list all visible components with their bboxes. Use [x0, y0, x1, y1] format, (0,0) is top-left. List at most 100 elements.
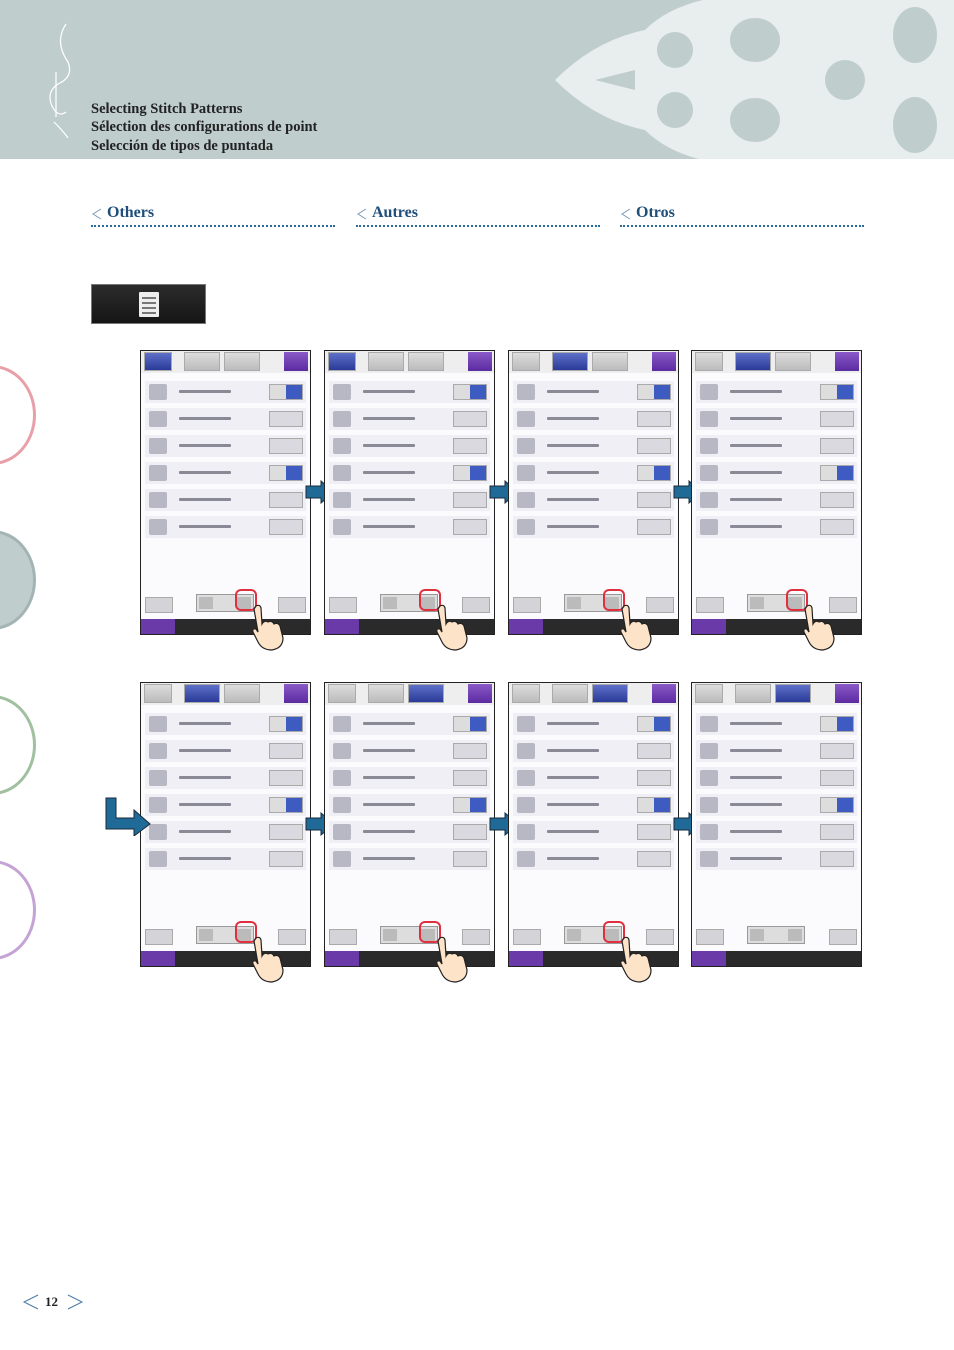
prev-page-button[interactable] [750, 929, 764, 941]
side-tab-1[interactable] [0, 365, 36, 465]
setting-control[interactable] [637, 411, 671, 427]
setting-control[interactable] [820, 851, 854, 867]
setting-control[interactable] [820, 716, 854, 732]
home-button[interactable] [468, 352, 492, 371]
setting-control[interactable] [637, 384, 671, 400]
prev-page-button[interactable] [383, 929, 397, 941]
setting-control[interactable] [453, 438, 487, 454]
screen-tab-2[interactable] [368, 352, 404, 371]
setting-control[interactable] [453, 384, 487, 400]
home-button[interactable] [835, 352, 859, 371]
screen-tab-1[interactable] [695, 684, 723, 703]
setting-control[interactable] [453, 492, 487, 508]
setting-control[interactable] [269, 438, 303, 454]
home-button[interactable] [468, 684, 492, 703]
close-button[interactable] [696, 929, 724, 945]
home-button[interactable] [284, 352, 308, 371]
prev-page-button[interactable] [199, 597, 213, 609]
home-button[interactable] [652, 684, 676, 703]
setting-control[interactable] [453, 411, 487, 427]
setting-control[interactable] [637, 824, 671, 840]
screen-tab-1[interactable] [144, 684, 172, 703]
screen-tab-1[interactable] [328, 684, 356, 703]
setting-control[interactable] [269, 411, 303, 427]
setting-control[interactable] [453, 519, 487, 535]
screen-tab-3[interactable] [775, 352, 811, 371]
settings-button[interactable] [91, 284, 206, 324]
setting-control[interactable] [637, 716, 671, 732]
setting-control[interactable] [269, 824, 303, 840]
setting-control[interactable] [453, 797, 487, 813]
return-button[interactable] [829, 929, 857, 945]
screen-tab-2[interactable] [735, 684, 771, 703]
close-button[interactable] [329, 929, 357, 945]
home-button[interactable] [284, 684, 308, 703]
setting-control[interactable] [820, 438, 854, 454]
prev-page-button[interactable] [383, 597, 397, 609]
setting-control[interactable] [820, 384, 854, 400]
prev-page-button[interactable] [567, 597, 581, 609]
setting-control[interactable] [820, 743, 854, 759]
setting-control[interactable] [269, 797, 303, 813]
screen-tab-2[interactable] [552, 352, 588, 371]
screen-tab-2[interactable] [735, 352, 771, 371]
setting-control[interactable] [820, 411, 854, 427]
screen-tab-3[interactable] [224, 684, 260, 703]
screen-tab-1[interactable] [328, 352, 356, 371]
close-button[interactable] [145, 929, 173, 945]
screen-tab-2[interactable] [368, 684, 404, 703]
setting-control[interactable] [269, 716, 303, 732]
home-button[interactable] [835, 684, 859, 703]
setting-control[interactable] [820, 465, 854, 481]
setting-control[interactable] [637, 438, 671, 454]
screen-tab-3[interactable] [592, 352, 628, 371]
prev-page-button[interactable] [199, 929, 213, 941]
screen-tab-3[interactable] [224, 352, 260, 371]
screen-tab-1[interactable] [144, 352, 172, 371]
screen-tab-3[interactable] [408, 684, 444, 703]
setting-control[interactable] [269, 492, 303, 508]
setting-control[interactable] [453, 465, 487, 481]
setting-control[interactable] [269, 465, 303, 481]
setting-control[interactable] [453, 824, 487, 840]
setting-control[interactable] [453, 851, 487, 867]
next-page-button[interactable] [788, 929, 802, 941]
close-button[interactable] [513, 929, 541, 945]
screen-tab-3[interactable] [775, 684, 811, 703]
screen-tab-1[interactable] [512, 352, 540, 371]
setting-control[interactable] [820, 770, 854, 786]
setting-control[interactable] [820, 519, 854, 535]
setting-control[interactable] [453, 743, 487, 759]
setting-control[interactable] [269, 384, 303, 400]
side-tab-4[interactable] [0, 860, 36, 960]
setting-control[interactable] [637, 743, 671, 759]
setting-control[interactable] [269, 519, 303, 535]
close-button[interactable] [513, 597, 541, 613]
setting-control[interactable] [637, 797, 671, 813]
setting-control[interactable] [637, 465, 671, 481]
setting-control[interactable] [820, 797, 854, 813]
screen-tab-2[interactable] [552, 684, 588, 703]
setting-control[interactable] [637, 519, 671, 535]
close-button[interactable] [145, 597, 173, 613]
screen-tab-3[interactable] [408, 352, 444, 371]
screen-tab-1[interactable] [695, 352, 723, 371]
prev-page-button[interactable] [567, 929, 581, 941]
screen-tab-2[interactable] [184, 352, 220, 371]
setting-control[interactable] [269, 770, 303, 786]
prev-page-button[interactable] [750, 597, 764, 609]
side-tab-3[interactable] [0, 695, 36, 795]
side-tab-2[interactable] [0, 530, 36, 630]
setting-control[interactable] [269, 743, 303, 759]
setting-control[interactable] [820, 492, 854, 508]
home-button[interactable] [652, 352, 676, 371]
close-button[interactable] [329, 597, 357, 613]
setting-control[interactable] [637, 770, 671, 786]
screen-tab-1[interactable] [512, 684, 540, 703]
setting-control[interactable] [637, 851, 671, 867]
setting-control[interactable] [820, 824, 854, 840]
setting-control[interactable] [453, 770, 487, 786]
screen-tab-2[interactable] [184, 684, 220, 703]
setting-control[interactable] [269, 851, 303, 867]
setting-control[interactable] [453, 716, 487, 732]
